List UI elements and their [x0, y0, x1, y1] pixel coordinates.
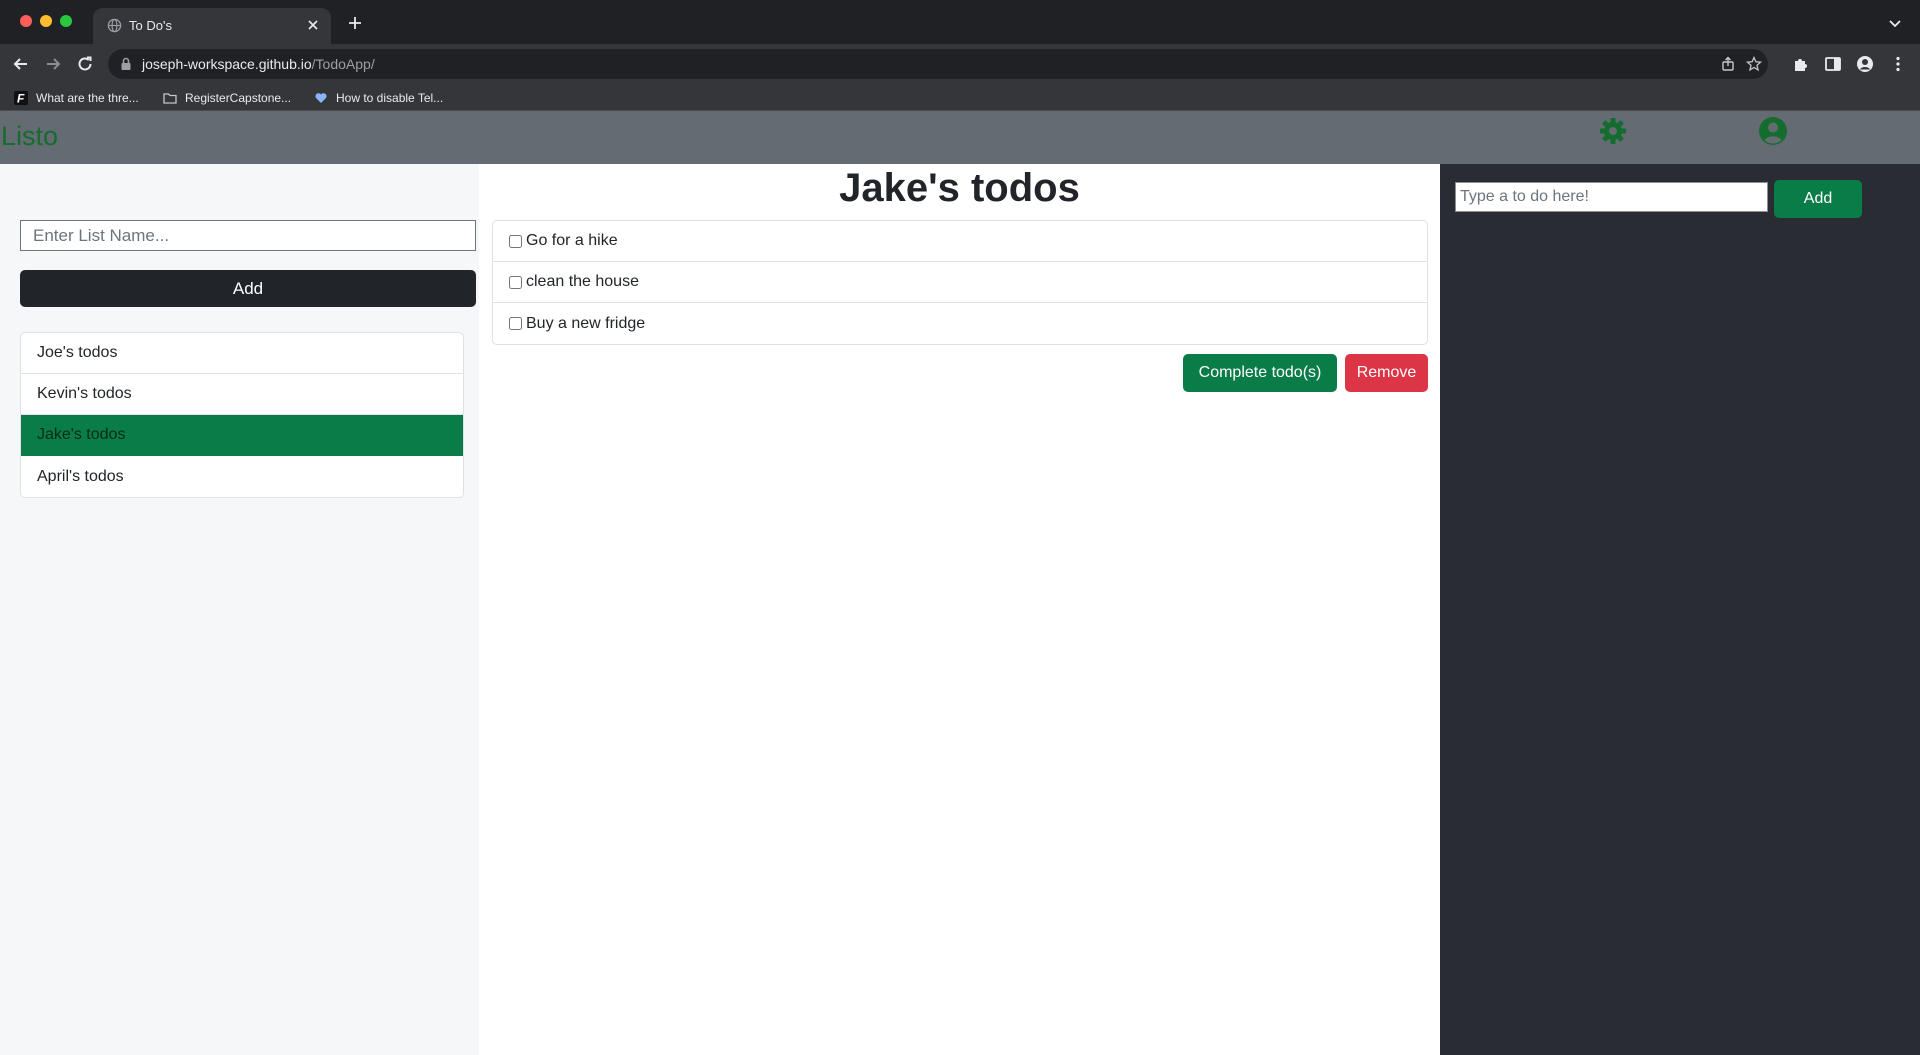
folder-icon: [163, 93, 177, 104]
bookmark-item[interactable]: RegisterCapstone...: [163, 89, 291, 107]
todo-app: Listo Add Joe's todos Ke: [0, 111, 1920, 1055]
lists-list: Joe's todos Kevin's todos Jake's todos A…: [20, 332, 464, 498]
url-path: /TodoApp/: [311, 56, 375, 72]
add-todo-button[interactable]: Add: [1774, 180, 1862, 218]
todo-item[interactable]: clean the house: [493, 262, 1427, 303]
todo-checkbox[interactable]: [509, 234, 522, 248]
list-item[interactable]: April's todos: [21, 456, 463, 497]
bookmark-item[interactable]: F What are the thre...: [14, 89, 139, 107]
lists-panel: Add Joe's todos Kevin's todos Jake's tod…: [0, 164, 479, 1055]
share-icon[interactable]: [1720, 56, 1736, 72]
bookmarks-bar: F What are the thre... RegisterCapstone.…: [0, 84, 1920, 111]
todo-label: Go for a hike: [526, 232, 618, 249]
browser-tabstrip: To Do's: [0, 0, 1920, 44]
heart-icon: [315, 93, 327, 103]
plus-icon[interactable]: [346, 14, 364, 32]
todo-list: Go for a hike clean the house Buy a new …: [492, 220, 1428, 345]
list-item[interactable]: Kevin's todos: [21, 374, 463, 415]
app-navbar: Listo: [0, 111, 1920, 164]
window-zoom-button[interactable]: [60, 15, 72, 27]
window-close-button[interactable]: [20, 15, 32, 27]
window-minimize-button[interactable]: [40, 15, 52, 27]
lock-icon[interactable]: [120, 57, 132, 71]
close-icon[interactable]: [305, 17, 321, 33]
browser-toolbar: joseph-workspace.github.io/TodoApp/: [0, 44, 1920, 84]
svg-text:F: F: [17, 92, 25, 106]
list-name-input[interactable]: [20, 220, 476, 251]
brand-logo[interactable]: Listo: [1, 121, 58, 152]
todo-item[interactable]: Buy a new fridge: [493, 303, 1427, 344]
extensions-icon[interactable]: [1792, 55, 1810, 73]
complete-todos-button[interactable]: Complete todo(s): [1183, 354, 1337, 392]
bookmark-label: RegisterCapstone...: [185, 91, 292, 105]
f-icon: F: [14, 91, 28, 105]
bookmark-item[interactable]: How to disable Tel...: [314, 89, 443, 107]
side-panel-icon[interactable]: [1824, 55, 1842, 73]
bookmark-label: How to disable Tel...: [336, 91, 444, 105]
url-host: joseph-workspace.github.io: [142, 56, 312, 72]
tab-title: To Do's: [129, 18, 172, 33]
chevron-down-icon[interactable]: [1888, 16, 1902, 30]
remove-button[interactable]: Remove: [1345, 354, 1428, 392]
star-icon[interactable]: [1746, 56, 1762, 72]
address-bar[interactable]: joseph-workspace.github.io/TodoApp/: [108, 49, 1768, 79]
todo-checkbox[interactable]: [509, 275, 522, 289]
add-todo-panel: Add: [1440, 164, 1920, 1055]
page-title: Jake's todos: [839, 166, 1080, 210]
reload-icon[interactable]: [75, 54, 95, 74]
browser-tab[interactable]: To Do's: [93, 8, 331, 44]
back-arrow-icon[interactable]: [11, 54, 31, 74]
profile-icon[interactable]: [1856, 55, 1874, 73]
bookmark-label: What are the thre...: [36, 91, 139, 105]
forward-arrow-icon[interactable]: [43, 54, 63, 74]
list-item-active[interactable]: Jake's todos: [21, 415, 463, 456]
todo-input[interactable]: [1455, 182, 1768, 212]
todo-label: clean the house: [526, 273, 639, 290]
list-item[interactable]: Joe's todos: [21, 333, 463, 374]
kebab-menu-icon[interactable]: [1889, 55, 1907, 73]
todo-item[interactable]: Go for a hike: [493, 221, 1427, 262]
add-list-button[interactable]: Add: [20, 270, 476, 307]
todo-label: Buy a new fridge: [526, 314, 646, 332]
gear-icon[interactable]: [1598, 116, 1628, 146]
user-circle-icon[interactable]: [1758, 116, 1788, 146]
todos-panel: Jake's todos Go for a hike clean the hou…: [479, 164, 1440, 1055]
url-text[interactable]: joseph-workspace.github.io/TodoApp/: [142, 56, 375, 72]
globe-icon: [107, 18, 122, 33]
todo-checkbox[interactable]: [509, 317, 522, 330]
